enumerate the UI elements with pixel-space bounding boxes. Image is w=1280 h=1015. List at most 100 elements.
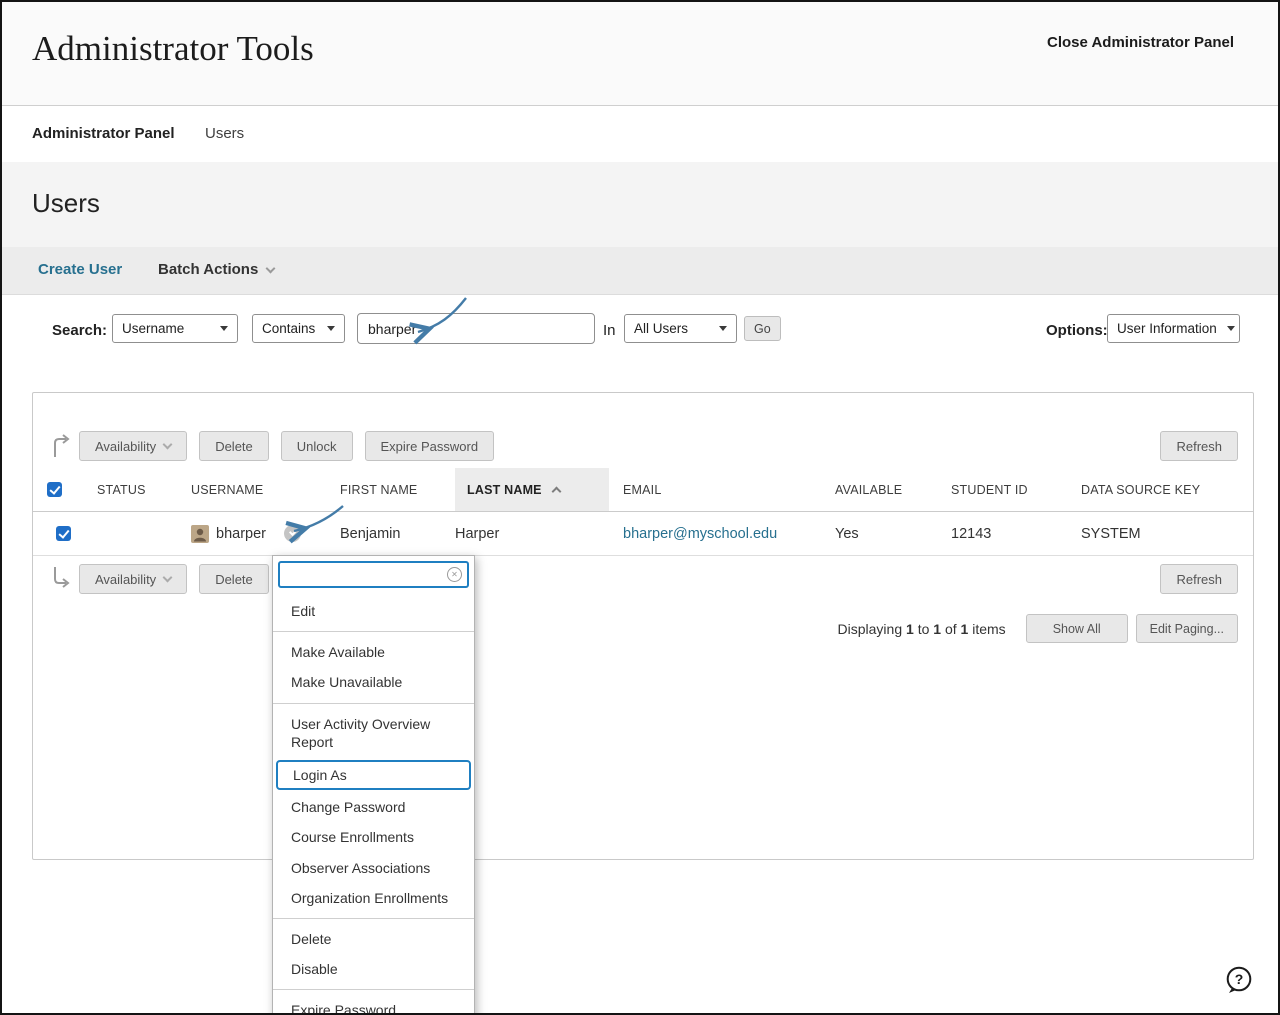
expire-password-button[interactable]: Expire Password bbox=[365, 431, 495, 461]
close-administrator-panel-button[interactable]: Close Administrator Panel bbox=[1047, 34, 1234, 51]
list-toolbar-bottom: Availability Delete Refresh bbox=[79, 564, 1238, 594]
availability-label: Availability bbox=[95, 572, 156, 587]
table-header-row: STATUS USERNAME FIRST NAME LAST NAME EMA… bbox=[33, 468, 1253, 512]
select-all-checkbox[interactable] bbox=[47, 482, 62, 497]
availability-button[interactable]: Availability bbox=[79, 431, 187, 461]
email-link[interactable]: bharper@myschool.edu bbox=[623, 526, 777, 542]
menu-group: Make Available Make Unavailable bbox=[273, 631, 474, 702]
first-name-cell: Benjamin bbox=[340, 526, 455, 542]
search-input[interactable] bbox=[357, 313, 595, 344]
select-caret-icon bbox=[1227, 326, 1235, 331]
action-bar: Create User Batch Actions bbox=[2, 247, 1278, 295]
menu-item-login-as[interactable]: Login As bbox=[276, 760, 471, 790]
batch-actions-button[interactable]: Batch Actions bbox=[158, 261, 274, 278]
select-caret-icon bbox=[327, 326, 335, 331]
users-list-container: Availability Delete Unlock Expire Passwo… bbox=[32, 392, 1254, 860]
menu-group: Edit bbox=[273, 591, 474, 631]
user-context-menu-trigger[interactable] bbox=[284, 525, 301, 542]
menu-item-course-enrollments[interactable]: Course Enrollments bbox=[273, 822, 474, 852]
search-field-select[interactable]: Username bbox=[112, 314, 238, 343]
menu-item-disable[interactable]: Disable bbox=[273, 954, 474, 984]
menu-item-edit[interactable]: Edit bbox=[273, 596, 474, 626]
availability-label: Availability bbox=[95, 439, 156, 454]
select-all-actions-arrow-icon bbox=[49, 433, 75, 459]
refresh-button[interactable]: Refresh bbox=[1160, 431, 1238, 461]
menu-item-user-activity-overview-report[interactable]: User Activity Overview Report bbox=[273, 709, 474, 757]
row-checkbox[interactable] bbox=[56, 526, 71, 541]
app-title: Administrator Tools bbox=[32, 29, 314, 69]
student-id-cell: 12143 bbox=[951, 526, 1081, 542]
user-context-menu: ✕ Edit Make Available Make Unavailable U… bbox=[272, 555, 475, 1015]
email-cell: bharper@myschool.edu bbox=[623, 526, 835, 542]
column-header-data-source-key[interactable]: DATA SOURCE KEY bbox=[1081, 483, 1253, 497]
select-all-actions-arrow-icon bbox=[49, 565, 75, 591]
list-toolbar-top: Availability Delete Unlock Expire Passwo… bbox=[79, 431, 1238, 461]
menu-item-expire-password[interactable]: Expire Password bbox=[273, 995, 474, 1015]
search-scope-select[interactable]: All Users bbox=[624, 314, 737, 343]
create-user-button[interactable]: Create User bbox=[38, 261, 122, 278]
refresh-button-bottom[interactable]: Refresh bbox=[1160, 564, 1238, 594]
menu-item-change-password[interactable]: Change Password bbox=[273, 792, 474, 822]
options-label: Options: bbox=[1046, 322, 1108, 339]
username-cell: bharper bbox=[191, 525, 340, 543]
menu-group: User Activity Overview Report Login As C… bbox=[273, 703, 474, 918]
menu-item-organization-enrollments[interactable]: Organization Enrollments bbox=[273, 883, 474, 913]
column-header-status[interactable]: STATUS bbox=[97, 483, 191, 497]
menu-group: Expire Password bbox=[273, 989, 474, 1015]
chevron-down-icon bbox=[289, 529, 296, 536]
column-header-last-name[interactable]: LAST NAME bbox=[455, 468, 623, 511]
menu-item-make-unavailable[interactable]: Make Unavailable bbox=[273, 667, 474, 697]
breadcrumb: Administrator Panel Users bbox=[2, 107, 1278, 162]
menu-group: Delete Disable bbox=[273, 918, 474, 989]
sort-ascending-icon bbox=[551, 487, 561, 497]
available-cell: Yes bbox=[835, 526, 951, 542]
column-header-first-name[interactable]: FIRST NAME bbox=[340, 483, 455, 497]
svg-text:?: ? bbox=[1235, 971, 1244, 987]
column-header-username[interactable]: USERNAME bbox=[191, 483, 340, 497]
show-all-button[interactable]: Show All bbox=[1026, 614, 1128, 643]
search-in-label: In bbox=[603, 322, 616, 339]
chevron-down-icon bbox=[163, 440, 173, 450]
breadcrumb-users: Users bbox=[205, 125, 244, 142]
displaying-text: Displaying 1 to 1 of 1 items bbox=[838, 621, 1006, 637]
menu-item-make-available[interactable]: Make Available bbox=[273, 637, 474, 667]
paging-bar: Displaying 1 to 1 of 1 items Show All Ed… bbox=[33, 614, 1238, 643]
search-operator-select[interactable]: Contains bbox=[252, 314, 345, 343]
clear-filter-icon[interactable]: ✕ bbox=[447, 567, 462, 582]
table-row: bharper Benjamin Harper bharper@myschool… bbox=[33, 512, 1253, 556]
column-header-student-id[interactable]: STUDENT ID bbox=[951, 483, 1081, 497]
column-header-email[interactable]: EMAIL bbox=[623, 483, 835, 497]
chevron-down-icon bbox=[266, 263, 276, 273]
last-name-header-label: LAST NAME bbox=[467, 483, 542, 497]
column-header-available[interactable]: AVAILABLE bbox=[835, 483, 951, 497]
select-all-cell bbox=[33, 482, 97, 497]
section-title-bar: Users bbox=[2, 162, 1278, 247]
unlock-button[interactable]: Unlock bbox=[281, 431, 353, 461]
edit-paging-button[interactable]: Edit Paging... bbox=[1136, 614, 1238, 643]
search-label: Search: bbox=[52, 322, 107, 339]
batch-actions-label: Batch Actions bbox=[158, 261, 258, 278]
delete-button[interactable]: Delete bbox=[199, 431, 269, 461]
administrator-panel-window: Administrator Tools Close Administrator … bbox=[0, 0, 1280, 1015]
row-select-cell bbox=[33, 526, 97, 541]
help-icon[interactable]: ? bbox=[1225, 966, 1253, 994]
breadcrumb-administrator-panel[interactable]: Administrator Panel bbox=[32, 125, 175, 142]
username-text: bharper bbox=[216, 526, 266, 542]
page-section-title: Users bbox=[32, 188, 100, 219]
search-bar: Search: Username Contains In All Users G… bbox=[2, 295, 1278, 392]
search-operator-value: Contains bbox=[262, 321, 315, 336]
chevron-down-icon bbox=[163, 573, 173, 583]
go-button[interactable]: Go bbox=[744, 316, 781, 341]
menu-item-delete[interactable]: Delete bbox=[273, 924, 474, 954]
options-select[interactable]: User Information bbox=[1107, 314, 1240, 343]
context-menu-filter-wrap: ✕ bbox=[273, 556, 474, 591]
delete-button-bottom[interactable]: Delete bbox=[199, 564, 269, 594]
context-menu-filter-input[interactable] bbox=[278, 561, 469, 588]
availability-button-bottom[interactable]: Availability bbox=[79, 564, 187, 594]
data-source-key-cell: SYSTEM bbox=[1081, 526, 1253, 542]
menu-item-observer-associations[interactable]: Observer Associations bbox=[273, 853, 474, 883]
options-value: User Information bbox=[1117, 321, 1217, 336]
avatar bbox=[191, 525, 209, 543]
sorted-column-box: LAST NAME bbox=[455, 468, 609, 511]
search-field-value: Username bbox=[122, 321, 184, 336]
